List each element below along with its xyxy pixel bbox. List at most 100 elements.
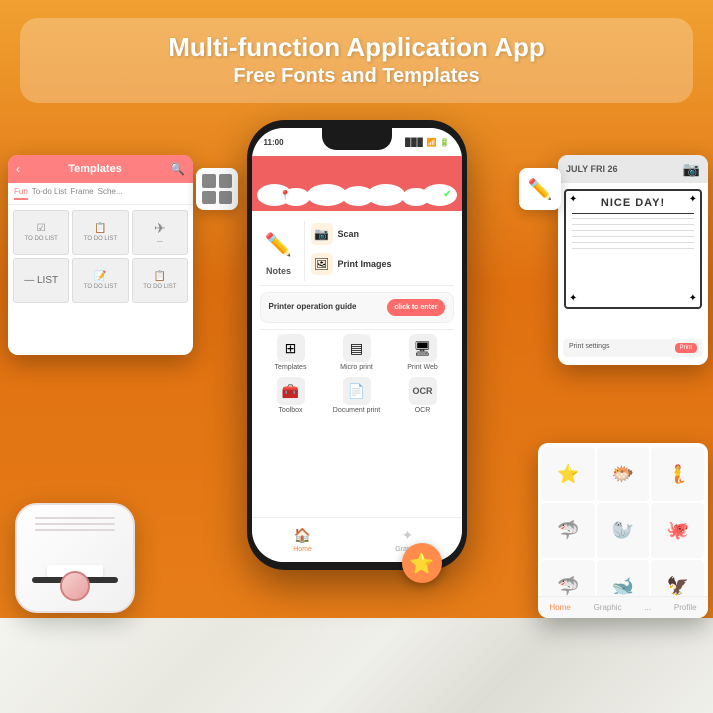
- right-tablet-camera-icon[interactable]: 📷: [683, 161, 700, 178]
- note-line-6: [572, 248, 694, 249]
- status-time: 11:00: [264, 138, 284, 147]
- tablet-tabs: Fun To-do List Frame Sche...: [8, 183, 193, 205]
- print-images-label: Print Images: [338, 259, 392, 269]
- menu-documentprint[interactable]: 📄 Document print: [326, 377, 388, 414]
- note-line-2: [572, 224, 694, 225]
- print-settings-area: Print settings Print: [563, 339, 703, 357]
- corner-star-br: ✦: [689, 293, 697, 304]
- bottom-right-tablet: ⭐ 🐡 🧜 🦈 🦭 🐙 🦈 🐋 🦅 Home Graphic ... Profi…: [538, 443, 708, 618]
- phone-app-title: T02 📍: [262, 190, 291, 201]
- notes-label: Notes: [266, 266, 291, 276]
- template-cell-2[interactable]: 📋 TO DO LIST: [72, 210, 128, 255]
- right-tablet: JULY FRI 26 📷 NICE DAY! ✦ ✦ ✦ ✦: [558, 155, 708, 365]
- phone-content: ✏️ Notes 📷 Scan 🖼 P: [252, 211, 462, 517]
- tablet-header: ‹ Templates 🔍: [8, 155, 193, 183]
- ocr-label: OCR: [415, 407, 431, 414]
- toolbox-label: Toolbox: [278, 407, 302, 414]
- tablet-nav-profile[interactable]: Profile: [674, 603, 697, 612]
- vertical-divider: [304, 221, 305, 281]
- note-line-5: [572, 242, 694, 243]
- animal-fish1: 🐡: [597, 447, 650, 501]
- home-icon: 🏠: [294, 527, 311, 544]
- animals-grid: ⭐ 🐡 🧜 🦈 🦭 🐙 🦈 🐋 🦅: [538, 443, 708, 618]
- menu-templates[interactable]: ⊞ Templates: [260, 334, 322, 371]
- tablet-nav-graphic[interactable]: Graphic: [594, 603, 622, 612]
- template-cell-6[interactable]: 📋 TO DO LIST: [132, 258, 188, 303]
- menu-toolbox[interactable]: 🧰 Toolbox: [260, 377, 322, 414]
- printer-vents: [35, 517, 115, 531]
- templates-label: Templates: [275, 364, 307, 371]
- vent-2: [35, 523, 115, 525]
- home-label: Home: [293, 546, 312, 553]
- tablet-nav-more[interactable]: ...: [644, 603, 651, 612]
- tab-schedule[interactable]: Sche...: [98, 187, 123, 200]
- ocr-icon: OCR: [409, 377, 437, 405]
- printer-device: [15, 503, 145, 633]
- corner-star-tr: ✦: [689, 194, 697, 205]
- main-container: Multi-function Application App Free Font…: [0, 0, 713, 713]
- nice-day-title: NICE DAY!: [572, 197, 694, 214]
- edit-icon-bubble[interactable]: ✏️: [519, 168, 561, 210]
- bottom-icons-row-1: ⊞ Templates ▤ Micro print 🖥 Print Web: [260, 334, 454, 371]
- print-images-icon-box: 🖼: [311, 253, 333, 275]
- title-banner: Multi-function Application App Free Font…: [20, 18, 693, 103]
- microprint-label: Micro print: [340, 364, 373, 371]
- note-line-4: [572, 236, 694, 237]
- corner-star-bl: ✦: [569, 293, 577, 304]
- printweb-icon: 🖥: [409, 334, 437, 362]
- divider-1: [260, 285, 454, 286]
- tablet-nav-home[interactable]: Home: [549, 603, 570, 612]
- back-icon[interactable]: ‹: [16, 162, 20, 176]
- print-header-icon[interactable]: 🖨: [425, 189, 438, 200]
- status-right: ▉▉▉ 📶 🔋: [405, 138, 449, 147]
- edit-pencil-icon: ✏️: [528, 177, 553, 202]
- menu-printweb[interactable]: 🖥 Print Web: [392, 334, 454, 371]
- animal-starfish: ⭐: [542, 447, 595, 501]
- tab-todolist[interactable]: To-do List: [32, 187, 67, 200]
- template-cell-4[interactable]: — LIST: [13, 258, 69, 303]
- printer-guide-banner[interactable]: Printer operation guide click to enter: [260, 292, 454, 323]
- print-button[interactable]: Print: [675, 343, 697, 353]
- bottom-tablet-nav: Home Graphic ... Profile: [538, 596, 708, 618]
- right-tablet-header: JULY FRI 26 📷: [558, 155, 708, 183]
- grid-square-4: [219, 191, 233, 205]
- grid-square-2: [219, 174, 233, 188]
- template-cell-1[interactable]: ☑ TO DO LIST: [13, 210, 69, 255]
- note-border-area: NICE DAY! ✦ ✦ ✦ ✦: [564, 189, 702, 309]
- phone-mockup: 11:00 ▉▉▉ 📶 🔋: [247, 120, 467, 570]
- nav-home[interactable]: 🏠 Home: [293, 527, 312, 553]
- notes-icon: ✏️: [260, 226, 298, 264]
- template-cell-5[interactable]: 📝 TO DO LIST: [72, 258, 128, 303]
- right-tablet-content: NICE DAY! ✦ ✦ ✦ ✦ Print settings Print: [558, 183, 708, 315]
- printer-body: [15, 503, 135, 613]
- vent-3: [35, 529, 115, 531]
- battery-icon: 🔋: [440, 138, 450, 147]
- phone-header-icons: 🖨 ✔: [425, 189, 451, 200]
- scan-row[interactable]: 📷 Scan: [311, 221, 392, 247]
- check-icon[interactable]: ✔: [443, 189, 451, 200]
- cloud-5: [367, 184, 405, 206]
- scan-icon-box: 📷: [311, 223, 333, 245]
- template-cell-3[interactable]: ✈ —: [132, 210, 188, 255]
- printer-button[interactable]: [60, 571, 90, 601]
- tab-frame[interactable]: Frame: [70, 187, 93, 200]
- star-bookmark[interactable]: ⭐: [402, 543, 442, 583]
- divider-2: [260, 329, 454, 330]
- print-images-row[interactable]: 🖼 Print Images: [311, 251, 392, 277]
- title-main: Multi-function Application App: [40, 32, 673, 63]
- grid-icon-bubble[interactable]: [196, 168, 238, 210]
- printweb-label: Print Web: [407, 364, 438, 371]
- right-tablet-date: JULY FRI 26: [566, 164, 618, 174]
- signal-icon: ▉▉▉: [405, 138, 423, 147]
- title-sub: Free Fonts and Templates: [40, 63, 673, 89]
- template-grid: ☑ TO DO LIST 📋 TO DO LIST ✈ — — LIST 📝 T…: [8, 205, 193, 308]
- menu-microprint[interactable]: ▤ Micro print: [326, 334, 388, 371]
- menu-ocr[interactable]: OCR OCR: [392, 377, 454, 414]
- phone-header: T02 📍 🖨 ✔: [252, 156, 462, 211]
- notes-icon-group[interactable]: ✏️ Notes: [260, 226, 298, 276]
- search-icon[interactable]: 🔍: [170, 162, 185, 176]
- cloud-3: [307, 184, 347, 206]
- tab-fun[interactable]: Fun: [14, 187, 28, 200]
- phone-screen: 11:00 ▉▉▉ 📶 🔋: [252, 128, 462, 562]
- click-enter-button[interactable]: click to enter: [387, 299, 444, 316]
